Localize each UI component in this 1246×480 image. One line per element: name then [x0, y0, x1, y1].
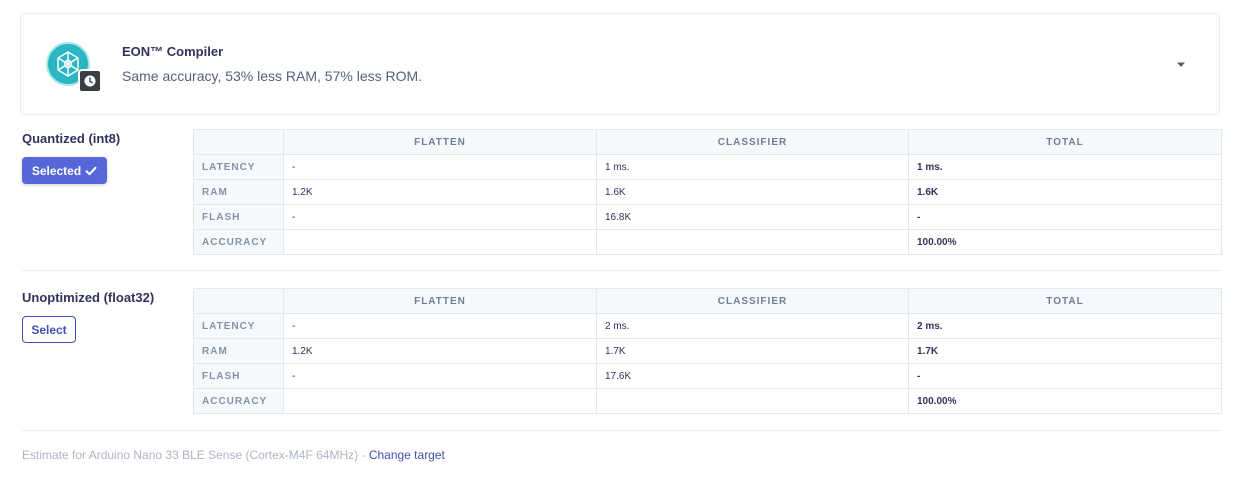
- header-corner: [193, 129, 284, 155]
- row-label: LATENCY: [193, 154, 284, 180]
- table-header-row: FLATTEN CLASSIFIER TOTAL: [193, 288, 1222, 314]
- column-header-flatten: FLATTEN: [283, 129, 597, 155]
- selected-button-label: Selected: [31, 163, 82, 178]
- cell-classifier: [596, 388, 909, 414]
- table-row: FLASH - 16.8K -: [193, 204, 1222, 230]
- table-row: LATENCY - 2 ms. 2 ms.: [193, 313, 1222, 339]
- cell-flatten: [283, 388, 597, 414]
- cell-flatten: 1.2K: [283, 179, 597, 205]
- footer-divider: [22, 430, 1222, 431]
- unoptimized-metrics-table: FLATTEN CLASSIFIER TOTAL LATENCY - 2 ms.…: [193, 288, 1222, 414]
- column-header-classifier: CLASSIFIER: [596, 129, 909, 155]
- caret-down-icon[interactable]: [1176, 62, 1186, 68]
- table-row: LATENCY - 1 ms. 1 ms.: [193, 154, 1222, 180]
- row-label: ACCURACY: [193, 229, 284, 255]
- section-divider: [22, 270, 1222, 271]
- cell-total: 1 ms.: [908, 154, 1222, 180]
- cell-classifier: 17.6K: [596, 363, 909, 389]
- check-icon: [85, 166, 97, 175]
- eon-subtitle: Same accuracy, 53% less RAM, 57% less RO…: [122, 68, 423, 84]
- row-label: FLASH: [193, 204, 284, 230]
- cell-flatten: -: [283, 154, 597, 180]
- variant-label-unoptimized: Unoptimized (float32): [22, 290, 155, 305]
- table-row: ACCURACY 100.00%: [193, 388, 1222, 414]
- selected-button[interactable]: Selected: [22, 157, 107, 184]
- cell-classifier: 1.7K: [596, 338, 909, 364]
- row-label: ACCURACY: [193, 388, 284, 414]
- table-row: ACCURACY 100.00%: [193, 229, 1222, 255]
- row-label: FLASH: [193, 363, 284, 389]
- eon-compiler-card[interactable]: EON™ Compiler Same accuracy, 53% less RA…: [20, 13, 1220, 115]
- cell-total: 1.7K: [908, 338, 1222, 364]
- table-row: RAM 1.2K 1.6K 1.6K: [193, 179, 1222, 205]
- row-label: LATENCY: [193, 313, 284, 339]
- variant-label-quantized: Quantized (int8): [22, 131, 121, 146]
- cell-total: 1.6K: [908, 179, 1222, 205]
- target-estimate-footer: Estimate for Arduino Nano 33 BLE Sense (…: [22, 448, 445, 462]
- cell-total: 100.00%: [908, 229, 1222, 255]
- header-corner: [193, 288, 284, 314]
- clock-icon: [78, 69, 102, 93]
- cell-total: -: [908, 363, 1222, 389]
- footer-text: Estimate for Arduino Nano 33 BLE Sense (…: [22, 448, 369, 462]
- change-target-link[interactable]: Change target: [369, 448, 445, 462]
- quantized-metrics-table: FLATTEN CLASSIFIER TOTAL LATENCY - 1 ms.…: [193, 129, 1222, 255]
- cell-classifier: [596, 229, 909, 255]
- cell-classifier: 1.6K: [596, 179, 909, 205]
- cell-total: -: [908, 204, 1222, 230]
- cell-classifier: 2 ms.: [596, 313, 909, 339]
- cell-total: 2 ms.: [908, 313, 1222, 339]
- row-label: RAM: [193, 179, 284, 205]
- cell-flatten: -: [283, 363, 597, 389]
- cell-flatten: 1.2K: [283, 338, 597, 364]
- row-label: RAM: [193, 338, 284, 364]
- table-row: RAM 1.2K 1.7K 1.7K: [193, 338, 1222, 364]
- cell-total: 100.00%: [908, 388, 1222, 414]
- cell-flatten: -: [283, 313, 597, 339]
- select-button[interactable]: Select: [22, 316, 76, 343]
- table-row: FLASH - 17.6K -: [193, 363, 1222, 389]
- cell-classifier: 1 ms.: [596, 154, 909, 180]
- cell-flatten: -: [283, 204, 597, 230]
- column-header-total: TOTAL: [908, 129, 1222, 155]
- table-header-row: FLATTEN CLASSIFIER TOTAL: [193, 129, 1222, 155]
- column-header-total: TOTAL: [908, 288, 1222, 314]
- column-header-flatten: FLATTEN: [283, 288, 597, 314]
- cell-flatten: [283, 229, 597, 255]
- cell-classifier: 16.8K: [596, 204, 909, 230]
- column-header-classifier: CLASSIFIER: [596, 288, 909, 314]
- eon-title: EON™ Compiler: [122, 44, 224, 59]
